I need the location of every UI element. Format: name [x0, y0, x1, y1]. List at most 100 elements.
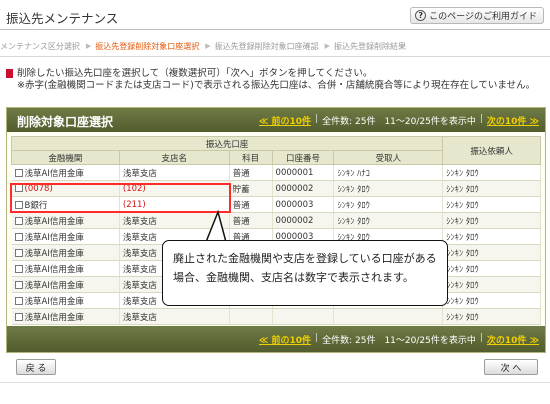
cell-text: 浅草AI信用金庫 [24, 232, 84, 243]
table-cell: ｼﾝｷﾝ ﾀﾛｳ [442, 212, 541, 229]
instruction-text: 削除したい振込先口座を選択して（複数選択可）「次へ」ボタンを押してください。 [17, 68, 373, 79]
cell-text: (102) [122, 183, 146, 194]
cell-text: ｼﾝｷﾝ ﾀﾛｳ [446, 200, 479, 211]
group-header: 振込先口座 [10, 136, 444, 151]
row-checkbox[interactable] [14, 232, 23, 241]
bottom-divider [0, 382, 550, 383]
step-breadcrumb: メンテナンス区分選択 ▶ 振込先登録削除対象口座選択 ▶ 振込先登録削除対象口座… [0, 40, 408, 52]
instruction-note: ※赤字(金融機関コードまたは支店コード)で表示される振込先口座は、合併・店舗統廃… [17, 80, 536, 91]
col-header-bank: 金融機関 [11, 150, 120, 165]
cell-text: 普通 [232, 216, 250, 227]
table-cell: 浅草AI信用金庫 [11, 276, 120, 293]
row-checkbox[interactable] [14, 280, 23, 289]
table-cell: 0000003 [272, 196, 335, 213]
table-cell: 普通 [229, 212, 273, 229]
table-cell [333, 308, 444, 325]
step-separator-icon: ▶ [85, 42, 92, 50]
table-cell: ｼﾝｷﾝ ﾀﾛｳ [333, 180, 444, 197]
table-cell: 浅草AI信用金庫 [11, 244, 120, 261]
next-page-link[interactable]: 次の10件 ≫ [487, 114, 539, 127]
help-icon: ? [415, 10, 427, 21]
table-row[interactable]: 浅草AI信用金庫 浅草支店 普通 0000002 ｼﾝｷﾝ ﾀﾛｳ ｼﾝｷﾝ ﾀﾛｳ [11, 212, 541, 229]
next-button[interactable]: 次 へ [484, 359, 538, 375]
table-cell: 浅草AI信用金庫 [11, 212, 120, 229]
cell-text: (0078) [24, 183, 53, 194]
row-checkbox[interactable] [14, 168, 23, 177]
table-cell: ｼﾝｷﾝ ﾀﾛｳ [442, 244, 541, 261]
table-row[interactable]: B銀行 (211) 普通 0000003 ｼﾝｷﾝ ﾀﾛｳ ｼﾝｷﾝ ﾀﾛｳ [11, 196, 541, 213]
table-row[interactable]: 浅草AI信用金庫 浅草支店 普通 0000001 ｼﾝｷﾝ ﾊﾅｺ ｼﾝｷﾝ ﾀﾛｳ [11, 164, 541, 181]
delete-account-panel: 削除対象口座選択 ≪ 前の10件 | 全件数: 25件 11〜20/25件を表示… [6, 107, 546, 353]
row-checkbox[interactable] [14, 216, 23, 225]
cell-text: ｼﾝｷﾝ ﾀﾛｳ [446, 264, 479, 275]
step-2-current: 振込先登録削除対象口座選択 [95, 41, 200, 51]
table-cell: ｼﾝｷﾝ ﾀﾛｳ [442, 276, 541, 293]
cell-text: 0000002 [275, 183, 314, 194]
table-cell [272, 308, 335, 325]
cell-text: 普通 [232, 168, 250, 179]
cell-text: 浅草支店 [122, 168, 157, 179]
pager-divider: | [479, 333, 483, 343]
cell-text: 浅草支店 [122, 248, 157, 259]
instructions: 削除したい振込先口座を選択して（複数選択可）「次へ」ボタンを押してください。 ※… [6, 68, 546, 92]
table-cell: 貯蓄 [229, 180, 273, 197]
cell-text: ｼﾝｷﾝ ﾀﾛｳ [446, 232, 479, 243]
table-cell: 普通 [229, 196, 273, 213]
table-cell: 浅草AI信用金庫 [11, 308, 120, 325]
row-checkbox[interactable] [14, 264, 23, 273]
table-cell: ｼﾝｷﾝ ﾀﾛｳ [333, 196, 444, 213]
pager-divider: | [315, 333, 319, 343]
table-cell: ｼﾝｷﾝ ﾀﾛｳ [333, 212, 444, 229]
cell-text: 浅草AI信用金庫 [24, 280, 84, 291]
cell-text: ｼﾝｷﾝ ﾀﾛｳ [337, 216, 370, 227]
cell-text: ｼﾝｷﾝ ﾀﾛｳ [446, 248, 479, 259]
row-checkbox[interactable] [14, 296, 23, 305]
next-page-link[interactable]: 次の10件 ≫ [487, 333, 539, 346]
table-cell: ｼﾝｷﾝ ﾀﾛｳ [442, 180, 541, 197]
cell-text: 普通 [232, 200, 250, 211]
row-checkbox[interactable] [14, 200, 23, 209]
cell-text: ｼﾝｷﾝ ﾀﾛｳ [337, 184, 370, 195]
table-cell: (102) [119, 180, 230, 197]
cell-text: ｼﾝｷﾝ ﾀﾛｳ [446, 296, 479, 307]
table-cell: ｼﾝｷﾝ ﾊﾅｺ [333, 164, 444, 181]
cell-text: ｼﾝｷﾝ ﾀﾛｳ [337, 200, 370, 211]
usage-guide-button[interactable]: ? このページのご利用ガイド [410, 7, 544, 24]
row-checkbox[interactable] [14, 183, 23, 192]
cell-text: B銀行 [24, 200, 48, 211]
cell-text: ｼﾝｷﾝ ﾀﾛｳ [446, 168, 479, 179]
cell-text: 浅草AI信用金庫 [24, 216, 84, 227]
table-row[interactable]: 浅草AI信用金庫 浅草支店 ｼﾝｷﾝ ﾀﾛｳ [11, 308, 541, 325]
back-button[interactable]: 戻 る [16, 359, 56, 375]
table-cell: 0000001 [272, 164, 335, 181]
table-cell: ｼﾝｷﾝ ﾀﾛｳ [442, 260, 541, 277]
row-checkbox[interactable] [14, 248, 23, 257]
pager-divider: | [479, 114, 483, 124]
table-cell: 浅草支店 [119, 212, 230, 229]
row-checkbox[interactable] [14, 312, 23, 321]
table-cell: 浅草AI信用金庫 [11, 260, 120, 277]
explanation-callout: 廃止された金融機関や支店を登録している口座がある場合、金融機関、支店名は数字で表… [162, 240, 448, 306]
table-cell: 浅草支店 [119, 164, 230, 181]
step-separator-icon: ▶ [324, 42, 331, 50]
cell-text: ｼﾝｷﾝ ﾀﾛｳ [446, 312, 479, 323]
pager-bottom: ≪ 前の10件 | 全件数: 25件 11〜20/25件を表示中 | 次の10件… [259, 333, 539, 346]
alert-marker-icon [6, 69, 13, 78]
cell-text: (211) [122, 199, 146, 210]
cell-text: 浅草支店 [122, 264, 157, 275]
table-row[interactable]: (0078) (102) 貯蓄 0000002 ｼﾝｷﾝ ﾀﾛｳ ｼﾝｷﾝ ﾀﾛｳ [11, 180, 541, 197]
record-count: 全件数: 25件 11〜20/25件を表示中 [322, 336, 476, 346]
cell-text: ｼﾝｷﾝ ﾀﾛｳ [446, 216, 479, 227]
prev-page-link[interactable]: ≪ 前の10件 [259, 333, 311, 346]
usage-guide-label: このページのご利用ガイド [429, 12, 537, 22]
table-cell [229, 308, 273, 325]
record-count: 全件数: 25件 11〜20/25件を表示中 [322, 117, 476, 127]
prev-page-link[interactable]: ≪ 前の10件 [259, 114, 311, 127]
cell-text: 0000002 [275, 215, 314, 226]
table-cell: 浅草支店 [119, 308, 230, 325]
cell-text: 浅草AI信用金庫 [24, 312, 84, 323]
table-cell: 浅草AI信用金庫 [11, 292, 120, 309]
col-header-requester: 振込依頼人 [442, 136, 541, 165]
table-cell: ｼﾝｷﾝ ﾀﾛｳ [442, 164, 541, 181]
cell-text: 浅草AI信用金庫 [24, 264, 84, 275]
